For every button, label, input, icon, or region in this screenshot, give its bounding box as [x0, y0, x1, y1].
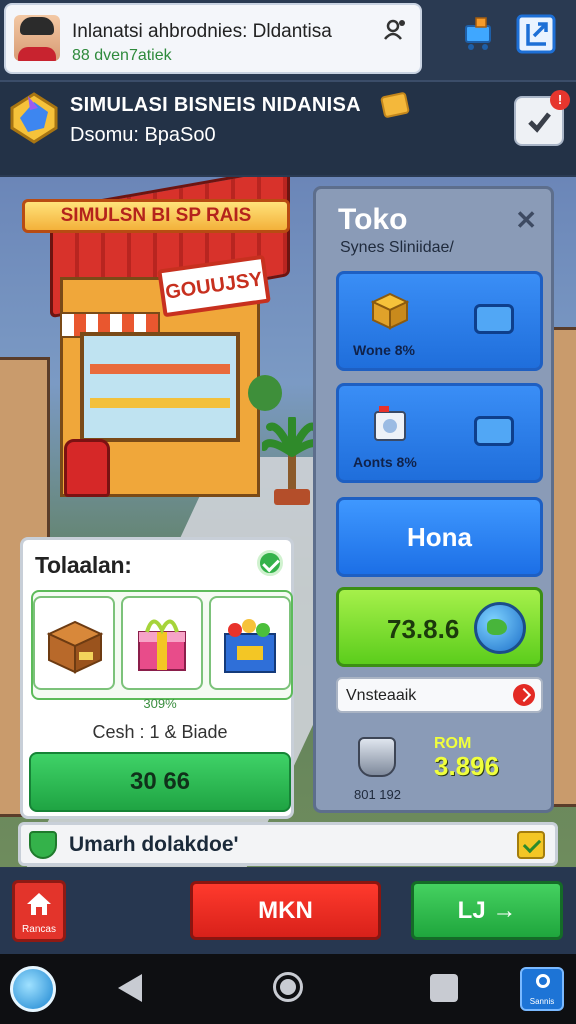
notification-badge: ! [550, 90, 570, 110]
game-title: SIMULASI BISNEIS NIDANISA [70, 94, 361, 116]
toko-title: Toko [338, 203, 408, 236]
toko-subtitle: Synes Sliniidae/ [340, 239, 454, 256]
gift-box-icon [138, 619, 186, 671]
grocery-box-icon [224, 619, 276, 673]
search-input[interactable]: Vnsteaaik [336, 677, 543, 713]
notification-banner[interactable]: Inlanatsi ahbrodnies: Dldantisa 88 dven7… [4, 3, 422, 74]
go-arrow-icon[interactable] [513, 684, 535, 706]
shelf [90, 364, 230, 374]
item-slot-groceries[interactable] [209, 596, 291, 690]
item-slot-gift[interactable] [121, 596, 203, 690]
hona-button[interactable]: Hona [336, 497, 543, 577]
shelf [90, 398, 230, 408]
cash-label: Cesh : 1 & Biade [92, 722, 228, 742]
tray-icon [474, 416, 514, 446]
value-label: 73.8.6 [387, 614, 460, 644]
inventory-panel: Tolaalan: 309% Cesh : 1 & Biade 30 66 [20, 537, 294, 819]
home-icon [27, 893, 51, 915]
checkmark-icon [257, 550, 283, 576]
inventory-title: Tolaalan: [35, 552, 132, 578]
cash-button[interactable]: 30 66 [29, 752, 291, 812]
mkn-button[interactable]: MKN [190, 881, 381, 940]
game-subtitle: Dsomu: BpaSo0 [70, 124, 216, 146]
shop-card-2[interactable]: Aonts 8% [336, 383, 543, 483]
box-icon [370, 292, 410, 330]
recent-apps-icon[interactable] [430, 974, 458, 1002]
plant [248, 375, 282, 411]
close-icon[interactable]: ✕ [515, 205, 537, 236]
home-label: Rancas [22, 924, 56, 935]
system-nav-bar: Sannis [0, 954, 576, 1024]
app-shortcut-label: Sannis [529, 997, 555, 1006]
checkbox-icon[interactable] [517, 831, 545, 859]
card-2-label: Aonts 8% [353, 454, 417, 470]
app-shortcut-button[interactable]: Sannis [520, 967, 564, 1011]
status-text: Umarh dolakdoe' [69, 833, 239, 856]
tasks-button[interactable]: ! [514, 90, 570, 146]
back-icon[interactable] [118, 974, 142, 1002]
person-bell-icon[interactable] [382, 17, 408, 43]
export-icon[interactable] [516, 14, 556, 54]
notification-subtitle: 88 dven7atiek [72, 47, 172, 64]
cart-icon[interactable] [458, 14, 498, 54]
appliance-icon [374, 406, 406, 441]
shield-icon [29, 831, 57, 859]
assistant-icon[interactable] [10, 966, 56, 1012]
mailbox[interactable] [64, 439, 110, 497]
home-button[interactable]: Rancas [12, 880, 66, 942]
action-bar: Rancas MKN LJ → [0, 868, 576, 954]
value-button[interactable]: 73.8.6 [336, 587, 543, 667]
toko-panel: Toko ✕ Synes Sliniidae/ Wone 8% Aonts 8%… [313, 186, 554, 813]
kettle-icon [358, 737, 396, 777]
notification-title: Inlanatsi ahbrodnies: Dldantisa [72, 21, 332, 42]
item-slot-crate[interactable] [33, 596, 115, 690]
tray-icon [474, 304, 514, 334]
shop-card-1[interactable]: Wone 8% [336, 271, 543, 371]
scene-banner: SIMULSN BI SP RAIS [22, 199, 290, 233]
coin-icon [379, 91, 411, 119]
crate-icon [46, 620, 104, 674]
kettle-value: 801 192 [354, 787, 401, 802]
status-strip[interactable]: Umarh dolakdoe' [18, 822, 558, 866]
next-button[interactable]: LJ → [411, 881, 563, 940]
avatar [14, 15, 60, 61]
rom-value: 3.896 [434, 751, 500, 781]
game-logo-icon [10, 92, 58, 144]
inventory-percent: 309% [143, 696, 177, 711]
ring-icon [536, 974, 550, 988]
game-header: SIMULASI BISNEIS NIDANISA Dsomu: BpaSo0 … [0, 80, 576, 175]
shop-window [80, 332, 240, 442]
card-1-label: Wone 8% [353, 342, 415, 358]
home-circle-icon[interactable] [273, 972, 303, 1002]
globe-icon [474, 602, 526, 654]
